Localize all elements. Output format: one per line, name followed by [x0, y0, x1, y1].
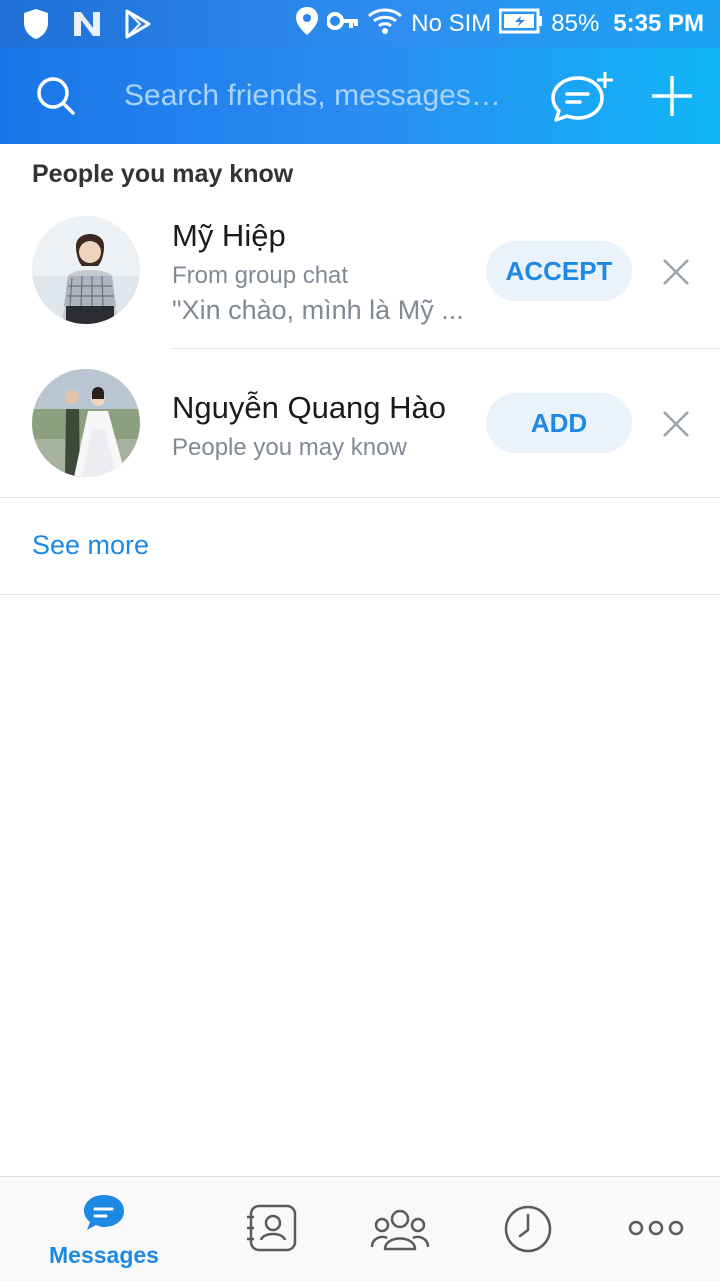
contact-message: "Xin chào, mình là Mỹ ...	[172, 295, 464, 325]
battery-percent: 85%	[551, 10, 600, 37]
play-store-icon	[124, 9, 152, 44]
suggestion-row[interactable]: Mỹ Hiệp From group chat "Xin chào, mình …	[0, 200, 720, 350]
tab-contacts[interactable]	[236, 1177, 308, 1281]
tab-messages-label: Messages	[49, 1242, 159, 1268]
n-icon	[72, 10, 102, 43]
wifi-icon	[367, 6, 403, 43]
contact-name: Mỹ Hiệp	[172, 218, 286, 253]
suggestion-row[interactable]: Nguyễn Quang Hào People you may know ADD	[0, 352, 720, 497]
battery-icon	[498, 8, 543, 41]
group-icon	[370, 1207, 430, 1256]
contacts-icon	[246, 1203, 298, 1258]
contact-subtitle: People you may know	[172, 434, 407, 461]
plus-icon[interactable]	[650, 74, 694, 123]
clock-icon	[502, 1203, 554, 1260]
divider	[0, 594, 720, 595]
contact-subtitle: From group chat	[172, 262, 349, 289]
search-input[interactable]: Search friends, messages…	[124, 74, 524, 118]
carrier-text: No SIM	[411, 10, 492, 37]
add-button[interactable]: ADD	[486, 393, 632, 453]
more-icon	[627, 1219, 685, 1242]
section-title: People you may know	[32, 160, 294, 188]
accept-button[interactable]: ACCEPT	[486, 241, 632, 301]
status-bar: No SIM 85% 5:35 PM	[0, 0, 720, 48]
vpn-key-icon	[326, 10, 359, 38]
clock-time: 5:35 PM	[613, 10, 704, 37]
new-chat-icon[interactable]	[548, 70, 616, 129]
divider	[0, 497, 720, 498]
tab-more[interactable]	[624, 1177, 688, 1281]
close-icon[interactable]	[656, 404, 696, 444]
close-icon[interactable]	[656, 252, 696, 292]
tab-messages[interactable]: Messages	[44, 1177, 164, 1281]
location-icon	[295, 6, 319, 43]
see-more-link[interactable]: See more	[32, 530, 149, 561]
search-icon[interactable]	[36, 76, 76, 121]
avatar[interactable]	[32, 369, 140, 477]
avatar[interactable]	[32, 216, 140, 324]
tab-groups[interactable]	[368, 1177, 432, 1281]
contact-name: Nguyễn Quang Hào	[172, 390, 447, 425]
chat-bubble-icon	[82, 1193, 126, 1238]
bottom-nav: Messages	[0, 1176, 720, 1281]
divider	[172, 348, 720, 349]
tab-timeline[interactable]	[500, 1177, 556, 1281]
app-header: Search friends, messages…	[0, 48, 720, 144]
shield-icon	[22, 8, 50, 45]
